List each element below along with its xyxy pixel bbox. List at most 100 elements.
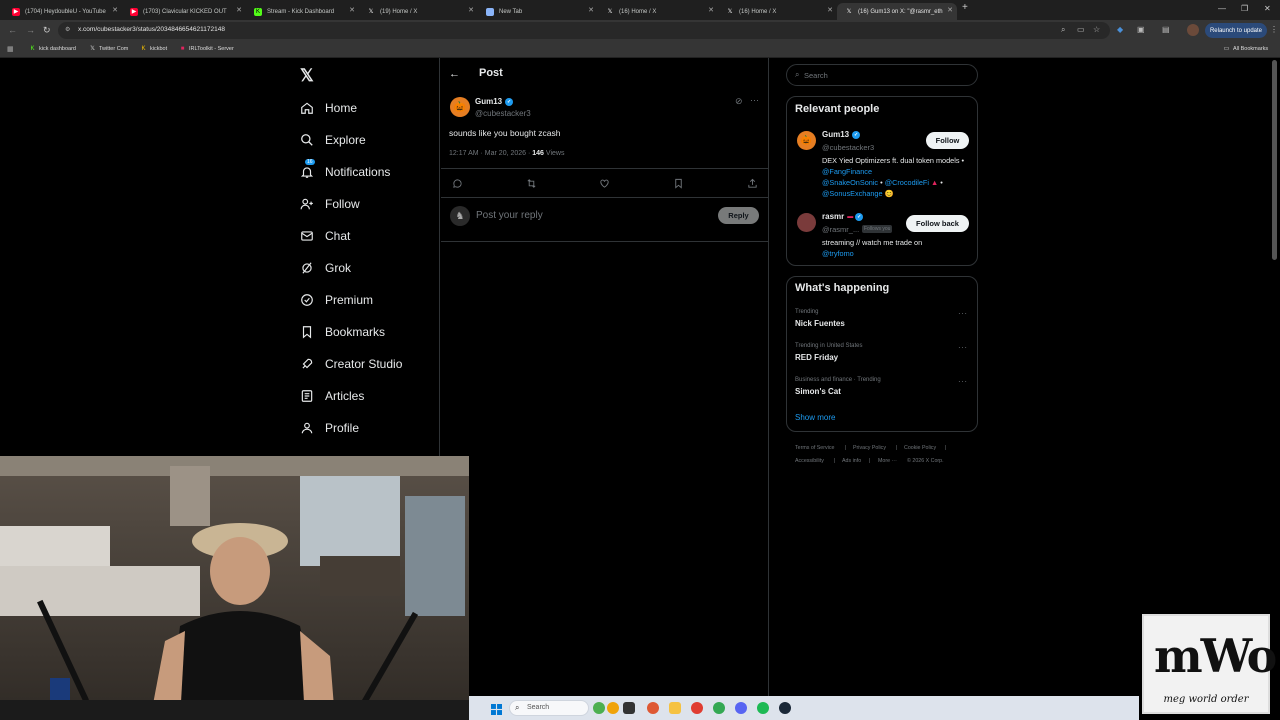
browser-tab[interactable]: 𝕏 (16) Home / X ✕ — [598, 3, 718, 20]
nav-item-bookmarks[interactable]: Bookmarks — [299, 321, 385, 343]
close-icon[interactable]: ✕ — [947, 6, 953, 14]
bio-mention[interactable]: @CrocodileFi — [885, 178, 929, 187]
weather-icon[interactable] — [607, 702, 619, 714]
like-icon[interactable] — [597, 176, 611, 190]
discord-icon[interactable] — [735, 702, 747, 714]
bio-mention[interactable]: @SnakeOnSonic — [822, 178, 878, 187]
site-info-icon[interactable]: ⚙ — [65, 26, 70, 33]
bookmark-item[interactable]: Kkick dashboard — [29, 45, 76, 52]
all-bookmarks[interactable]: ▭ All Bookmarks — [1223, 45, 1269, 53]
follow-back-button[interactable]: Follow back — [906, 215, 969, 232]
close-icon[interactable]: ✕ — [827, 6, 833, 14]
forward-icon[interactable]: → — [26, 25, 35, 35]
more-options-icon[interactable]: ··· — [958, 343, 968, 352]
browser-tab[interactable]: ▶ (1704) HeydoubleU - YouTube ✕ — [4, 3, 122, 20]
more-options-icon[interactable]: ··· — [958, 377, 968, 386]
bookmark-item[interactable]: 𝕏 Twitter Com — [89, 45, 128, 53]
footer-link[interactable]: Terms of Service — [795, 445, 834, 451]
cast-icon[interactable]: ▭ — [1077, 25, 1085, 34]
footer-link[interactable]: Accessibility — [795, 458, 824, 464]
nav-item-home[interactable]: Home — [299, 97, 357, 119]
person-name-row[interactable]: rasmr ▬ ✓ — [822, 212, 864, 221]
file-explorer-icon[interactable] — [669, 702, 681, 714]
widgets-icon[interactable] — [593, 702, 605, 714]
chrome-icon[interactable] — [713, 702, 725, 714]
follow-button[interactable]: Follow — [926, 132, 969, 149]
window-close-icon[interactable]: ✕ — [1264, 4, 1271, 13]
trend-name[interactable]: RED Friday — [795, 353, 838, 362]
footer-link[interactable]: Cookie Policy — [904, 445, 936, 451]
profile-avatar[interactable] — [1187, 24, 1199, 36]
share-icon[interactable] — [745, 176, 759, 190]
bookmark-item[interactable]: ■ IRLToolkit - Server — [179, 45, 234, 52]
person-avatar[interactable] — [797, 213, 816, 232]
reply-button[interactable]: Reply — [718, 207, 759, 224]
address-bar[interactable]: ⚙ x.com/cubestacker3/status/203484665462… — [58, 22, 1110, 39]
author-handle[interactable]: @cubestacker3 — [475, 109, 531, 118]
nav-item-articles[interactable]: Articles — [299, 385, 364, 407]
back-icon[interactable]: ← — [8, 25, 17, 35]
obs-icon[interactable] — [691, 702, 703, 714]
close-icon[interactable]: ✕ — [468, 6, 474, 14]
apps-icon[interactable]: ▦ — [7, 45, 14, 53]
footer-link[interactable]: More ··· — [878, 458, 897, 464]
taskbar-search[interactable]: ⌕ Search — [509, 700, 589, 716]
star-icon[interactable]: ☆ — [1093, 25, 1100, 34]
person-avatar[interactable]: 🎃 — [797, 131, 816, 150]
puzzle-icon[interactable]: ▣ — [1137, 25, 1145, 34]
reload-icon[interactable]: ↻ — [43, 25, 51, 36]
back-arrow-icon[interactable]: ← — [449, 68, 460, 80]
nav-item-notifications[interactable]: 16 Notifications — [299, 159, 390, 183]
extension-icon[interactable]: ◆ — [1117, 25, 1123, 34]
footer-link[interactable]: Privacy Policy — [853, 445, 886, 451]
windows-start-icon[interactable] — [491, 702, 502, 715]
browser-app-icon[interactable] — [647, 702, 659, 714]
post-timestamp[interactable]: 12:17 AM · Mar 20, 2026 · — [449, 150, 532, 157]
search-box[interactable]: ⌕ Search — [786, 64, 978, 86]
close-icon[interactable]: ✕ — [588, 6, 594, 14]
scrollbar[interactable] — [1272, 60, 1277, 260]
new-tab-button[interactable]: + — [962, 2, 968, 13]
steam-icon[interactable] — [779, 702, 791, 714]
trend-name[interactable]: Nick Fuentes — [795, 319, 845, 328]
bio-mention[interactable]: @tryfomo — [822, 249, 854, 258]
nav-item-creator-studio[interactable]: Creator Studio — [299, 353, 402, 375]
bio-mention[interactable]: @FangFinance — [822, 167, 872, 176]
trend-name[interactable]: Simon's Cat — [795, 387, 841, 396]
show-more-link[interactable]: Show more — [795, 413, 835, 422]
task-view-icon[interactable] — [623, 702, 635, 714]
reply-input[interactable]: Post your reply — [476, 210, 543, 221]
close-icon[interactable]: ✕ — [112, 6, 118, 14]
minimize-icon[interactable]: — — [1218, 4, 1226, 13]
author-name-row[interactable]: Gum13 ✓ — [475, 97, 514, 106]
author-avatar[interactable]: 🎃 — [450, 97, 470, 117]
close-icon[interactable]: ✕ — [349, 6, 355, 14]
person-name-row[interactable]: Gum13 ✓ — [822, 130, 861, 139]
relaunch-button[interactable]: Relaunch to update — [1205, 23, 1267, 38]
x-logo-icon[interactable]: 𝕏 — [300, 66, 314, 86]
spotify-icon[interactable] — [757, 702, 769, 714]
repost-icon[interactable] — [524, 176, 538, 190]
maximize-icon[interactable]: ❐ — [1241, 4, 1248, 13]
bio-mention[interactable]: @SonusExchange — [822, 189, 883, 198]
sidebar-icon[interactable]: ▤ — [1162, 25, 1170, 34]
search-icon[interactable]: ⌕ — [1061, 25, 1065, 35]
nav-item-explore[interactable]: Explore — [299, 129, 366, 151]
more-options-icon[interactable]: ··· — [958, 309, 968, 318]
nav-item-grok[interactable]: Grok — [299, 257, 351, 279]
reply-icon[interactable] — [450, 176, 464, 190]
nav-item-profile[interactable]: Profile — [299, 417, 359, 439]
bookmark-item[interactable]: Kkickbot — [140, 45, 167, 52]
browser-tab[interactable]: 𝕏 (16) Home / X ✕ — [718, 3, 837, 20]
nav-item-follow[interactable]: Follow — [299, 193, 360, 215]
footer-link[interactable]: Ads info — [842, 458, 861, 464]
bookmark-icon[interactable] — [671, 176, 685, 190]
browser-tab[interactable]: K Stream - Kick Dashboard ✕ — [246, 3, 359, 20]
nav-item-premium[interactable]: Premium — [299, 289, 373, 311]
browser-tab[interactable]: New Tab ✕ — [478, 3, 598, 20]
nav-item-chat[interactable]: Chat — [299, 225, 350, 247]
close-icon[interactable]: ✕ — [708, 6, 714, 14]
more-options-icon[interactable]: ··· — [750, 95, 759, 105]
my-avatar[interactable]: ♞ — [450, 206, 470, 226]
menu-icon[interactable]: ⋮ — [1270, 25, 1278, 34]
